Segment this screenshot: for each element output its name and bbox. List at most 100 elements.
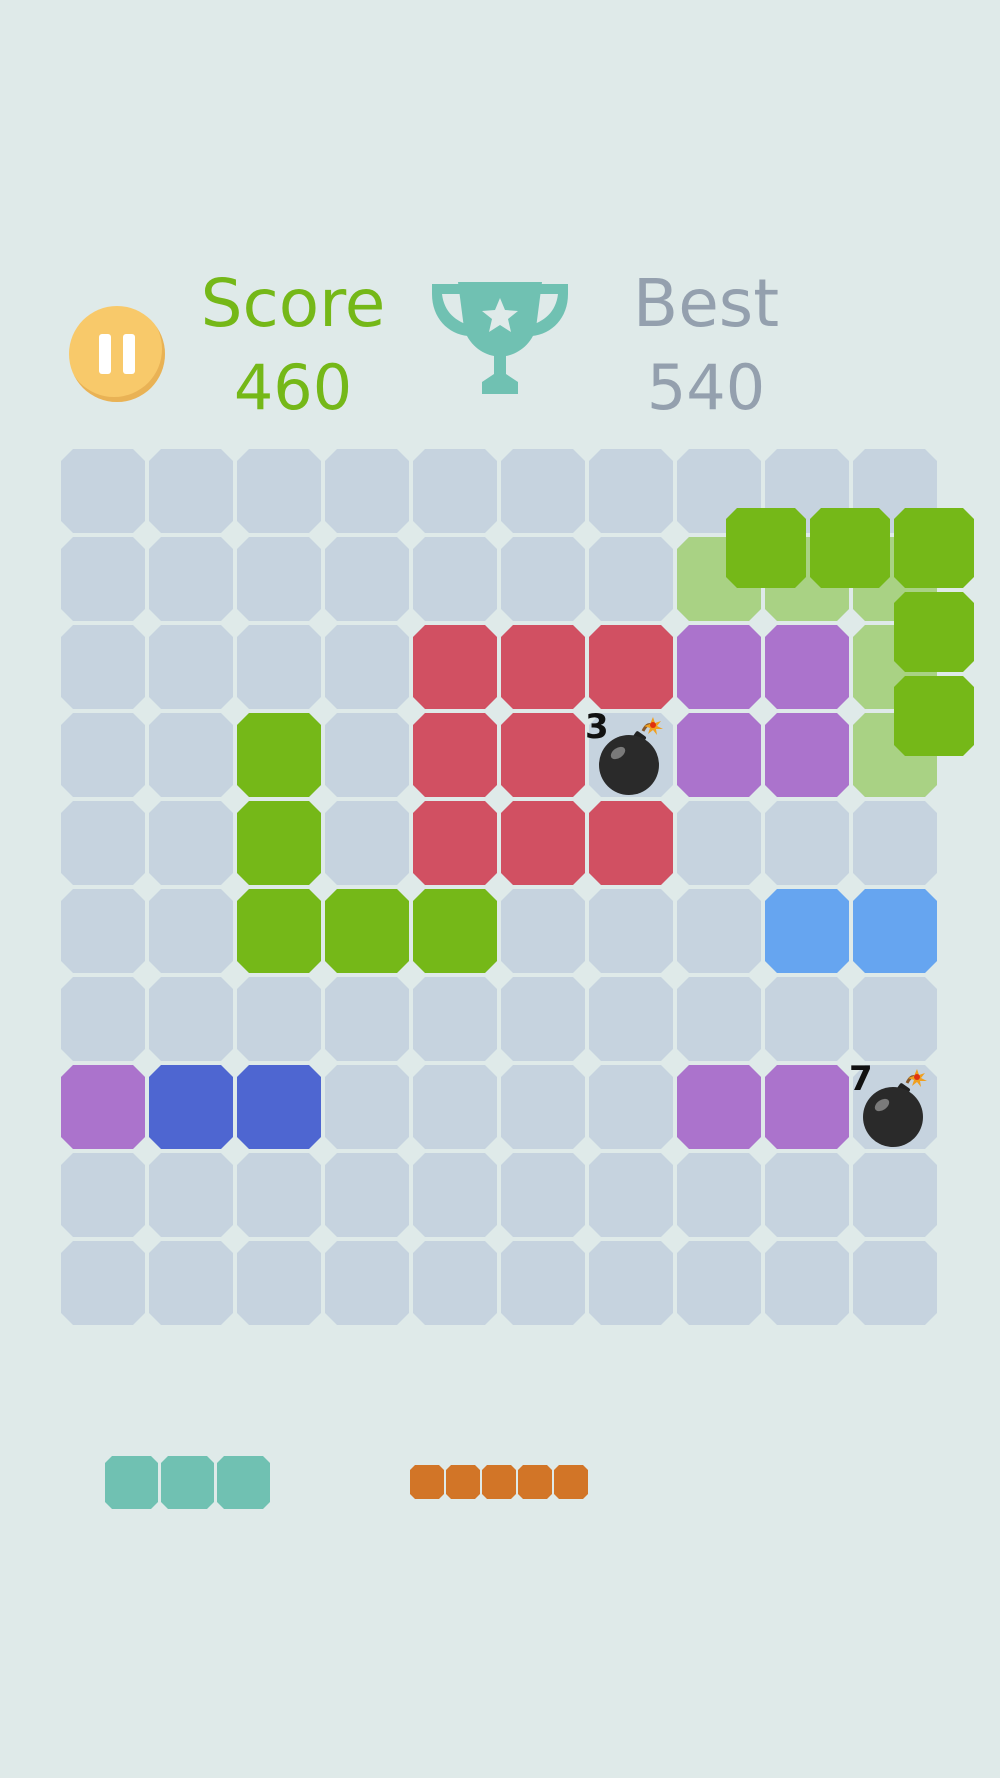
board-cell-empty[interactable] (853, 449, 937, 533)
board-cell-empty[interactable] (149, 889, 233, 973)
board-cell-empty[interactable] (589, 977, 673, 1061)
ghost-cell (853, 625, 937, 709)
board-cell-empty[interactable] (765, 449, 849, 533)
board-cell-empty[interactable] (61, 449, 145, 533)
board-cell-empty[interactable] (149, 537, 233, 621)
board-cell-empty[interactable] (149, 1153, 233, 1237)
board-cell-empty[interactable] (325, 1153, 409, 1237)
board-cell-empty[interactable] (413, 449, 497, 533)
board-cell-empty[interactable] (149, 1241, 233, 1325)
tray-piece-2[interactable] (410, 1465, 588, 1499)
board-cell-empty[interactable] (61, 1241, 145, 1325)
board-cell-empty[interactable] (589, 449, 673, 533)
board-cell-empty[interactable] (501, 889, 585, 973)
board-cell-red (501, 713, 585, 797)
board-cell-empty[interactable] (853, 1153, 937, 1237)
board-cell-purple (765, 713, 849, 797)
board-cell-green (237, 889, 321, 973)
board-cell-empty[interactable] (765, 801, 849, 885)
board-cell-green (237, 713, 321, 797)
board-cell-empty[interactable] (61, 537, 145, 621)
board-cell-empty[interactable] (589, 1241, 673, 1325)
board-cell-empty[interactable] (765, 1153, 849, 1237)
board-cell-empty[interactable] (325, 801, 409, 885)
tray-block (446, 1465, 480, 1499)
board-cell-empty[interactable] (501, 1065, 585, 1149)
board-cell-empty[interactable] (325, 537, 409, 621)
board-cell-empty[interactable] (589, 1153, 673, 1237)
board-cell-purple (677, 625, 761, 709)
board-cell-empty[interactable] (149, 801, 233, 885)
board-cell-empty[interactable] (677, 977, 761, 1061)
board-cell-empty[interactable] (853, 1241, 937, 1325)
board-cell-empty[interactable] (589, 537, 673, 621)
board-cell-empty[interactable] (149, 625, 233, 709)
board-cell-empty[interactable] (677, 801, 761, 885)
board-cell-empty[interactable] (413, 1153, 497, 1237)
game-board[interactable]: 37 (61, 449, 941, 1329)
board-cell-empty[interactable] (413, 1241, 497, 1325)
board-cell-empty[interactable] (237, 449, 321, 533)
board-cell-empty[interactable] (61, 889, 145, 973)
board-cell-empty[interactable] (237, 537, 321, 621)
board-cell-empty[interactable] (501, 449, 585, 533)
bomb: 7 (849, 1059, 937, 1149)
board-cell-empty[interactable] (677, 889, 761, 973)
board-cell-empty[interactable] (325, 1065, 409, 1149)
board-cell-empty[interactable] (413, 977, 497, 1061)
board-cell-empty[interactable] (61, 1153, 145, 1237)
board-cell-empty[interactable] (853, 801, 937, 885)
board-cell-empty[interactable] (325, 977, 409, 1061)
trophy-icon (432, 282, 568, 394)
board-cell-empty[interactable] (325, 449, 409, 533)
board-cell-empty[interactable] (677, 1153, 761, 1237)
board-cell-dark-blue (237, 1065, 321, 1149)
board-cell-dark-blue (149, 1065, 233, 1149)
board-cell-empty[interactable] (61, 977, 145, 1061)
board-cell-empty[interactable] (61, 801, 145, 885)
board-cell-empty[interactable] (237, 977, 321, 1061)
score-panel: Score 460 (193, 264, 393, 428)
board-cell-red (589, 801, 673, 885)
board-cell-empty[interactable] (149, 449, 233, 533)
board-cell-empty[interactable] (237, 625, 321, 709)
board-cell-empty[interactable] (501, 977, 585, 1061)
board-cell-empty[interactable] (325, 1241, 409, 1325)
board-cell-empty[interactable] (589, 889, 673, 973)
board-cell-empty[interactable] (501, 1241, 585, 1325)
board-cell-purple (677, 713, 761, 797)
board-cell-empty[interactable] (61, 713, 145, 797)
tray-block (410, 1465, 444, 1499)
board-cell-empty[interactable] (149, 713, 233, 797)
board-cell-red (501, 801, 585, 885)
board-cell-empty[interactable] (413, 537, 497, 621)
board-cell-empty[interactable] (237, 1153, 321, 1237)
tray-block (105, 1456, 158, 1509)
board-cell-empty[interactable] (237, 1241, 321, 1325)
board-cell-empty[interactable] (61, 625, 145, 709)
tray-block (161, 1456, 214, 1509)
tray-block (518, 1465, 552, 1499)
best-panel: Best 540 (606, 264, 806, 428)
board-cell-green (237, 801, 321, 885)
board-cell-empty[interactable] (325, 713, 409, 797)
board-cell-empty[interactable] (413, 1065, 497, 1149)
board-cell-empty[interactable] (149, 977, 233, 1061)
score-value: 460 (233, 351, 353, 424)
board-cell-empty[interactable] (325, 625, 409, 709)
tray-piece-1[interactable] (105, 1456, 270, 1509)
board-cell-empty[interactable] (765, 977, 849, 1061)
board-cell-empty[interactable] (589, 1065, 673, 1149)
board-cell-empty[interactable] (765, 1241, 849, 1325)
board-cell-empty[interactable] (677, 449, 761, 533)
board-cell-red (501, 625, 585, 709)
ghost-cell (853, 713, 937, 797)
pause-button[interactable] (69, 306, 165, 402)
tray-block (217, 1456, 270, 1509)
board-cell-empty[interactable] (501, 1153, 585, 1237)
board-cell-empty[interactable] (853, 977, 937, 1061)
pause-icon (99, 334, 111, 374)
board-cell-empty[interactable] (501, 537, 585, 621)
board-cell-purple (677, 1065, 761, 1149)
board-cell-empty[interactable] (677, 1241, 761, 1325)
